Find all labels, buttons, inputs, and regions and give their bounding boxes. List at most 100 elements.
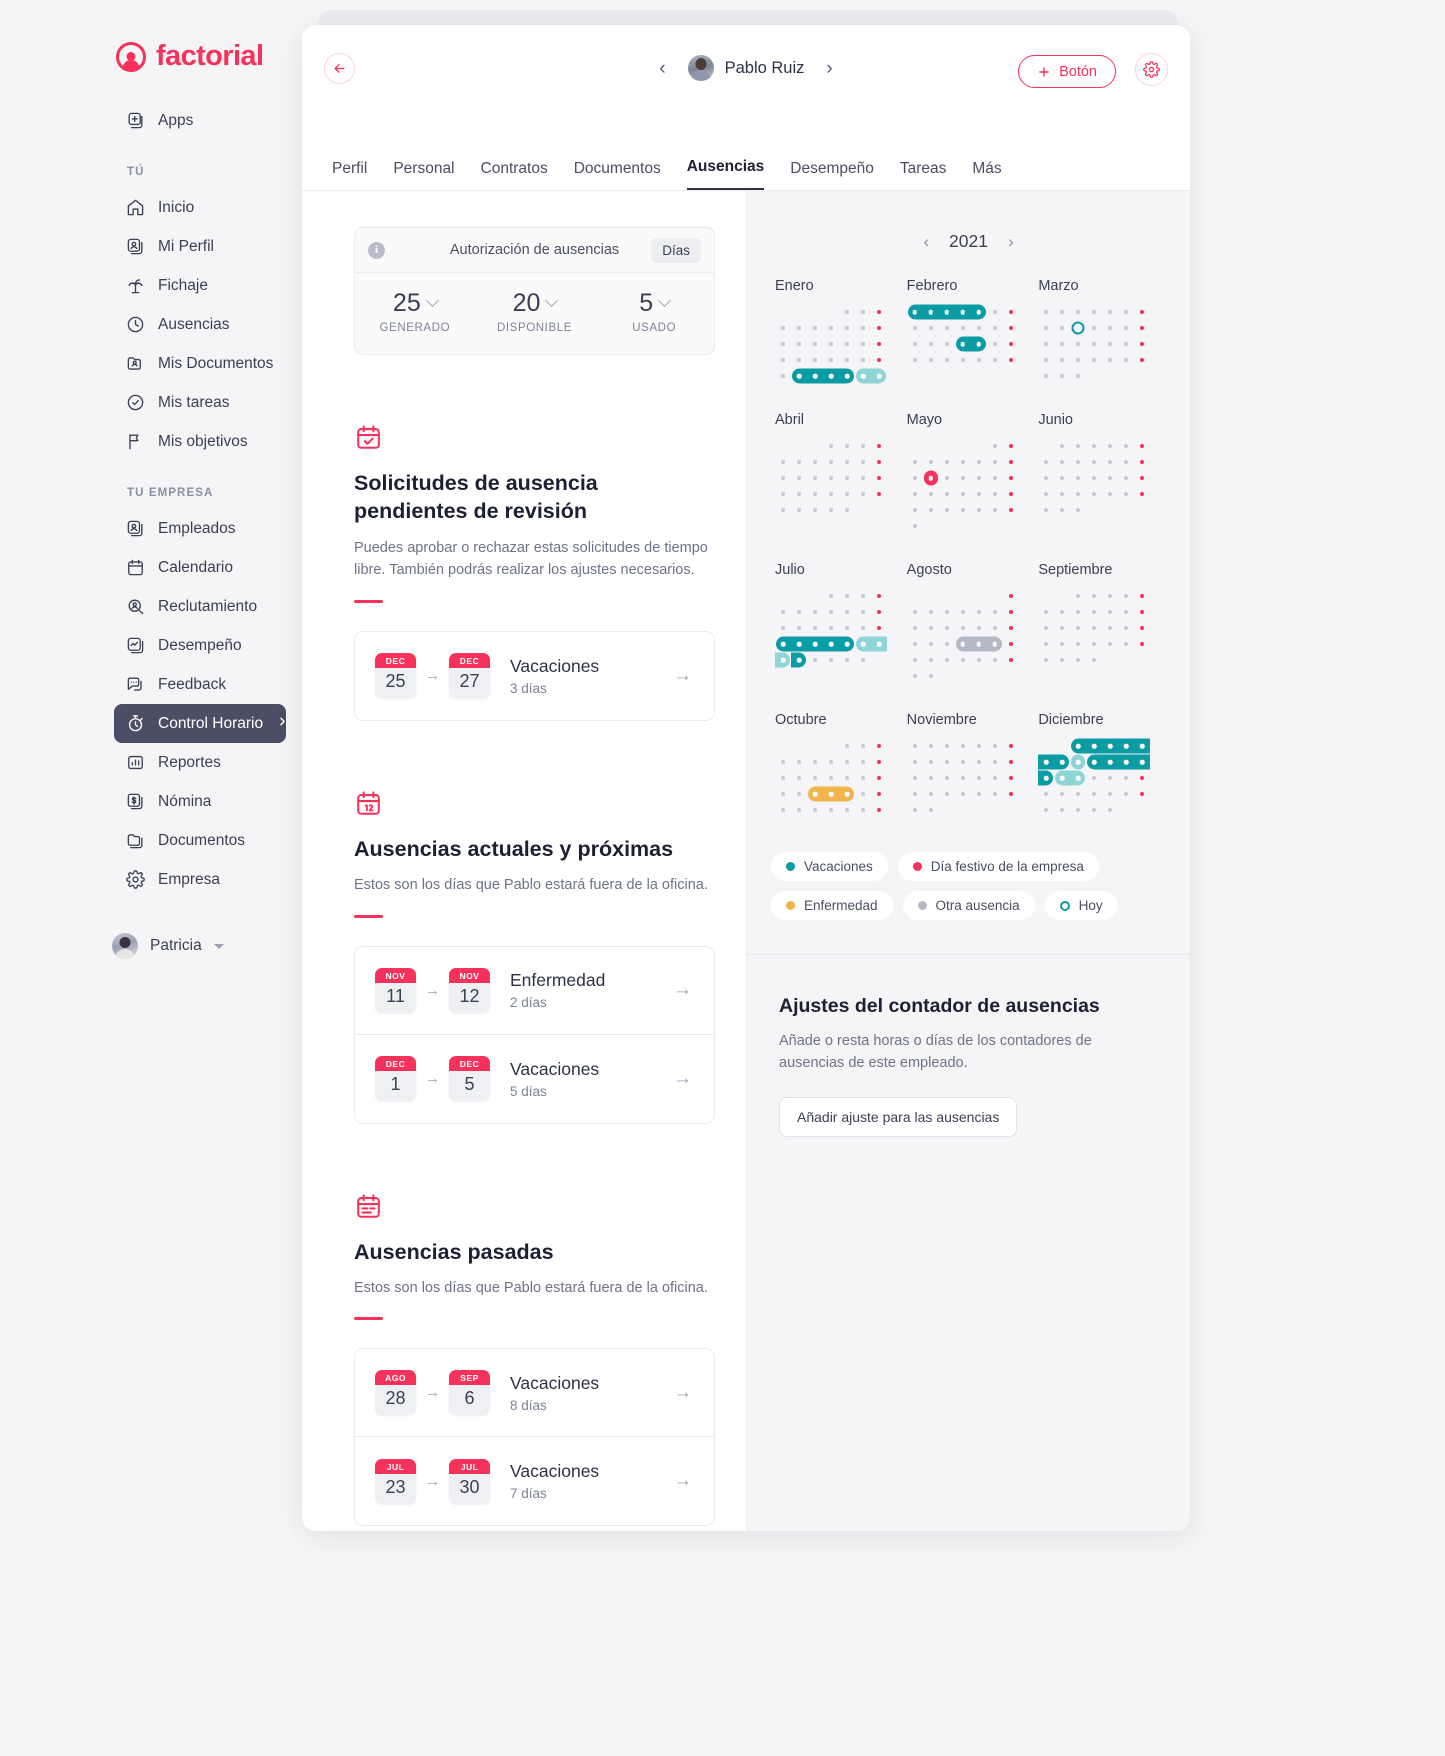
calendar-day[interactable] bbox=[1070, 620, 1086, 636]
calendar-day[interactable] bbox=[791, 352, 807, 368]
calendar-day[interactable] bbox=[791, 320, 807, 336]
calendar-day[interactable] bbox=[1134, 336, 1150, 352]
calendar-day[interactable] bbox=[1086, 770, 1102, 786]
calendar-day[interactable] bbox=[907, 304, 923, 320]
calendar-day[interactable] bbox=[807, 620, 823, 636]
calendar-day[interactable] bbox=[923, 738, 939, 754]
sidebar-item-feedback[interactable]: Feedback bbox=[114, 665, 286, 704]
calendar-day[interactable] bbox=[839, 786, 855, 802]
calendar-day[interactable] bbox=[1102, 620, 1118, 636]
calendar-day[interactable] bbox=[1038, 454, 1054, 470]
calendar-day[interactable] bbox=[1134, 486, 1150, 502]
calendar-day[interactable] bbox=[1118, 786, 1134, 802]
calendar-day[interactable] bbox=[1070, 486, 1086, 502]
calendar-day[interactable] bbox=[1038, 786, 1054, 802]
calendar-day[interactable] bbox=[939, 754, 955, 770]
calendar-day[interactable] bbox=[939, 786, 955, 802]
calendar-day[interactable] bbox=[1086, 454, 1102, 470]
calendar-day[interactable] bbox=[939, 470, 955, 486]
calendar-day[interactable] bbox=[971, 604, 987, 620]
calendar-day[interactable] bbox=[1118, 604, 1134, 620]
calendar-day[interactable] bbox=[775, 770, 791, 786]
calendar-day[interactable] bbox=[807, 454, 823, 470]
add-absence-adjustment-button[interactable]: Añadir ajuste para las ausencias bbox=[779, 1096, 1018, 1137]
calendar-day[interactable] bbox=[939, 454, 955, 470]
calendar-day[interactable] bbox=[907, 754, 923, 770]
calendar-day[interactable] bbox=[971, 786, 987, 802]
calendar-day[interactable] bbox=[823, 438, 839, 454]
calendar-day[interactable] bbox=[1086, 754, 1102, 770]
calendar-day[interactable] bbox=[1118, 470, 1134, 486]
settings-button[interactable] bbox=[1135, 53, 1168, 86]
sidebar-user-menu[interactable]: Patricia bbox=[112, 933, 302, 959]
calendar-day[interactable] bbox=[987, 652, 1003, 668]
calendar-day[interactable] bbox=[1086, 486, 1102, 502]
calendar-day[interactable] bbox=[791, 486, 807, 502]
calendar-day[interactable] bbox=[1118, 320, 1134, 336]
calendar-day[interactable] bbox=[839, 502, 855, 518]
calendar-day[interactable] bbox=[855, 652, 871, 668]
calendar-day[interactable] bbox=[1134, 438, 1150, 454]
calendar-day[interactable] bbox=[807, 786, 823, 802]
tab-ms[interactable]: Más bbox=[972, 160, 1001, 190]
unit-toggle-days[interactable]: Días bbox=[651, 237, 701, 263]
calendar-day[interactable] bbox=[1054, 786, 1070, 802]
sidebar-item-empresa[interactable]: Empresa bbox=[114, 860, 286, 899]
calendar-day[interactable] bbox=[1134, 786, 1150, 802]
calendar-day[interactable] bbox=[923, 502, 939, 518]
calendar-day[interactable] bbox=[923, 304, 939, 320]
calendar-day[interactable] bbox=[855, 454, 871, 470]
calendar-day[interactable] bbox=[1086, 620, 1102, 636]
calendar-day[interactable] bbox=[939, 738, 955, 754]
calendar-day[interactable] bbox=[1102, 604, 1118, 620]
calendar-day[interactable] bbox=[987, 636, 1003, 652]
calendar-day[interactable] bbox=[1054, 486, 1070, 502]
calendar-day[interactable] bbox=[1102, 588, 1118, 604]
balance-stat-value-wrap[interactable]: 25 bbox=[393, 289, 439, 318]
calendar-day[interactable] bbox=[807, 470, 823, 486]
calendar-day[interactable] bbox=[1054, 320, 1070, 336]
calendar-day[interactable] bbox=[1070, 336, 1086, 352]
calendar-day[interactable] bbox=[1070, 320, 1086, 336]
calendar-day[interactable] bbox=[955, 636, 971, 652]
calendar-day[interactable] bbox=[871, 470, 887, 486]
calendar-day[interactable] bbox=[907, 802, 923, 818]
calendar-day[interactable] bbox=[839, 352, 855, 368]
calendar-day[interactable] bbox=[923, 320, 939, 336]
calendar-day[interactable] bbox=[1038, 502, 1054, 518]
calendar-day[interactable] bbox=[1134, 620, 1150, 636]
calendar-day[interactable] bbox=[823, 770, 839, 786]
calendar-day[interactable] bbox=[775, 368, 791, 384]
sidebar-item-inicio[interactable]: Inicio bbox=[114, 188, 286, 227]
calendar-day[interactable] bbox=[1134, 320, 1150, 336]
calendar-day[interactable] bbox=[1054, 802, 1070, 818]
calendar-day[interactable] bbox=[907, 470, 923, 486]
calendar-day[interactable] bbox=[1086, 320, 1102, 336]
calendar-day[interactable] bbox=[955, 470, 971, 486]
calendar-day[interactable] bbox=[1086, 786, 1102, 802]
calendar-day[interactable] bbox=[1118, 636, 1134, 652]
calendar-day[interactable] bbox=[1070, 786, 1086, 802]
calendar-day[interactable] bbox=[839, 320, 855, 336]
calendar-day[interactable] bbox=[775, 454, 791, 470]
brand-logo[interactable]: factorial bbox=[0, 0, 302, 73]
next-year-button[interactable]: › bbox=[1008, 232, 1014, 252]
absence-row[interactable]: NOV 11 → NOV 12 Enfermedad 2 días → bbox=[355, 946, 714, 1035]
calendar-day[interactable] bbox=[839, 652, 855, 668]
calendar-day[interactable] bbox=[1038, 620, 1054, 636]
calendar-day[interactable] bbox=[1003, 652, 1019, 668]
calendar-day[interactable] bbox=[923, 486, 939, 502]
calendar-day[interactable] bbox=[955, 352, 971, 368]
calendar-day[interactable] bbox=[1054, 470, 1070, 486]
calendar-day[interactable] bbox=[807, 652, 823, 668]
calendar-day[interactable] bbox=[1003, 620, 1019, 636]
legend-item[interactable]: Enfermedad bbox=[771, 891, 893, 920]
sidebar-item-ausencias[interactable]: Ausencias bbox=[114, 305, 286, 344]
legend-item[interactable]: Otra ausencia bbox=[902, 891, 1035, 920]
calendar-day[interactable] bbox=[1070, 588, 1086, 604]
calendar-day[interactable] bbox=[839, 620, 855, 636]
calendar-day[interactable] bbox=[1118, 620, 1134, 636]
calendar-day[interactable] bbox=[923, 352, 939, 368]
calendar-day[interactable] bbox=[1102, 754, 1118, 770]
calendar-day[interactable] bbox=[923, 668, 939, 684]
